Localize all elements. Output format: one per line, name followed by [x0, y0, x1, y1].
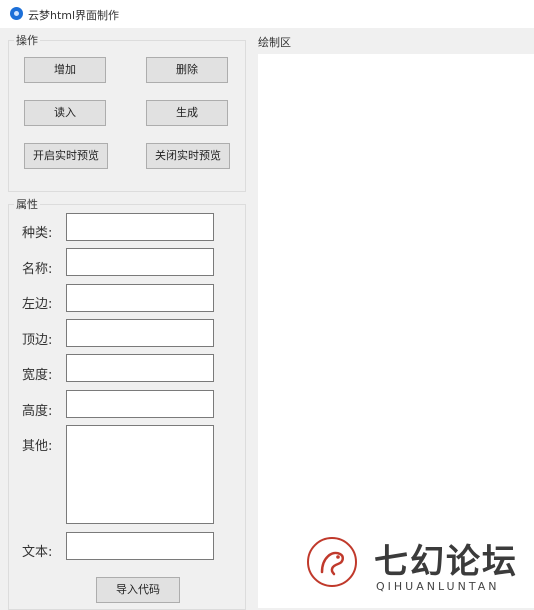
- left-label: 左边:: [22, 297, 53, 312]
- name-field[interactable]: [66, 248, 214, 276]
- width-field[interactable]: [66, 354, 214, 382]
- top-label: 顶边:: [22, 333, 53, 348]
- type-label: 种类:: [22, 226, 53, 241]
- add-button[interactable]: 增加: [24, 57, 106, 83]
- top-field[interactable]: [66, 319, 214, 347]
- window-title: 云梦html界面制作: [28, 9, 120, 22]
- height-label: 高度:: [22, 404, 53, 419]
- app-icon: [10, 7, 23, 20]
- type-field[interactable]: [66, 213, 214, 241]
- other-label: 其他:: [22, 439, 53, 454]
- generate-button[interactable]: 生成: [146, 100, 228, 126]
- read-button[interactable]: 读入: [24, 100, 106, 126]
- name-label: 名称:: [22, 262, 53, 277]
- left-field[interactable]: [66, 284, 214, 312]
- import-code-button[interactable]: 导入代码: [96, 577, 180, 603]
- title-bar: 云梦html界面制作: [0, 0, 534, 28]
- watermark-logo-icon: [307, 537, 357, 587]
- text-field[interactable]: [66, 532, 214, 560]
- height-field[interactable]: [66, 390, 214, 418]
- watermark-pinyin: QIHUANLUNTAN: [376, 580, 500, 593]
- start-live-preview-button[interactable]: 开启实时预览: [24, 143, 108, 169]
- properties-group-label: 属性: [14, 196, 40, 212]
- width-label: 宽度:: [22, 368, 53, 383]
- watermark: 七幻论坛 QIHUANLUNTAN: [304, 528, 534, 608]
- delete-button[interactable]: 删除: [146, 57, 228, 83]
- other-textarea[interactable]: [66, 425, 214, 524]
- text-label: 文本:: [22, 545, 53, 560]
- canvas-area-label: 绘制区: [256, 34, 293, 50]
- watermark-name: 七幻论坛: [374, 542, 518, 582]
- stop-live-preview-button[interactable]: 关闭实时预览: [146, 143, 230, 169]
- operations-group-label: 操作: [14, 32, 40, 48]
- drawing-area[interactable]: [258, 54, 534, 608]
